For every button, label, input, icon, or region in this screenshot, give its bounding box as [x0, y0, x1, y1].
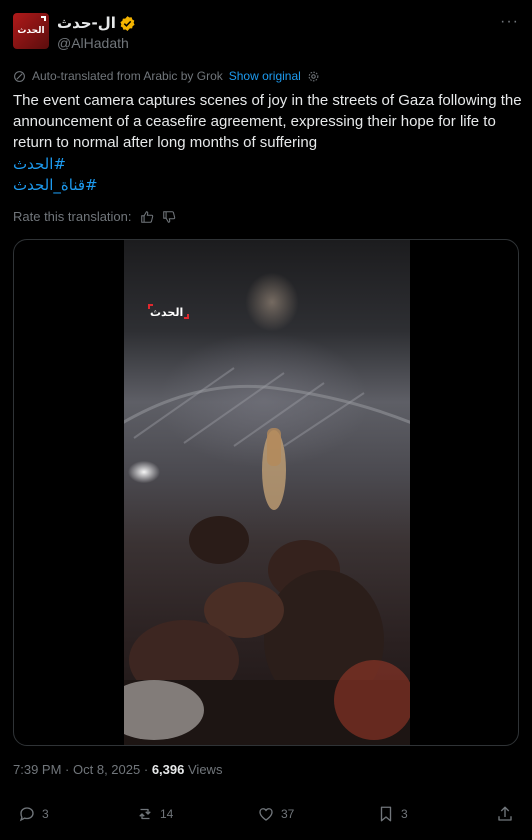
avatar-logo-text: الحدث	[17, 26, 45, 36]
watermark-corner-mark	[184, 314, 189, 319]
like-count: 37	[281, 807, 295, 821]
like-icon	[259, 808, 273, 821]
reply-count: 3	[42, 807, 49, 821]
meta-separator: ·	[143, 762, 149, 777]
translation-notice-text: Auto-translated from Arabic by Grok	[32, 69, 223, 83]
repost-button[interactable]: 14	[136, 805, 173, 823]
translation-notice: Auto-translated from Arabic by Grok Show…	[13, 69, 320, 83]
views-label: Views	[188, 762, 223, 777]
meta-separator: ·	[65, 762, 70, 777]
like-button[interactable]: 37	[257, 805, 294, 823]
tweet-header: الحدث ال-حدث @AlHadath ···	[13, 13, 519, 55]
views-count: 6,396	[151, 762, 185, 777]
translate-icon	[14, 70, 25, 82]
repost-icon	[139, 808, 151, 820]
settings-icon[interactable]	[307, 70, 320, 83]
hashtag-link[interactable]: #قناة_الحدث	[13, 175, 98, 196]
reply-button[interactable]: 3	[18, 805, 49, 823]
tweet-text: The event camera captures scenes of joy …	[13, 92, 522, 151]
thumbs-down-icon[interactable]	[162, 210, 176, 224]
bookmark-icon	[380, 806, 392, 822]
verified-icon	[120, 15, 135, 31]
display-name[interactable]: ال-حدث	[57, 14, 116, 32]
name-row: ال-حدث	[57, 14, 136, 32]
avatar[interactable]: الحدث	[13, 13, 49, 49]
rate-translation: Rate this translation:	[13, 209, 176, 224]
thumbs-up-icon[interactable]	[140, 210, 154, 224]
bookmark-count: 3	[401, 807, 408, 821]
channel-watermark: الحدث	[150, 306, 184, 319]
video-player[interactable]: الحدث	[13, 239, 519, 746]
repost-count: 14	[160, 807, 174, 821]
hashtags: #الحدث #قناة_الحدث	[13, 154, 98, 196]
tweet-time[interactable]: 7:39 PM	[13, 762, 61, 777]
reply-icon	[19, 807, 34, 822]
action-bar: 3 14 37 3	[18, 805, 518, 827]
video-frame[interactable]: الحدث	[124, 240, 410, 745]
avatar-corner-mark	[41, 16, 46, 21]
share-button[interactable]	[496, 805, 514, 823]
hashtag-link[interactable]: #الحدث	[13, 154, 98, 175]
tweet-date[interactable]: Oct 8, 2025	[73, 762, 140, 777]
bookmark-button[interactable]: 3	[377, 805, 408, 823]
tweet-meta: 7:39 PM · Oct 8, 2025 · 6,396 Views	[13, 762, 222, 777]
handle[interactable]: @AlHadath	[57, 35, 129, 51]
share-icon	[498, 806, 512, 821]
more-icon[interactable]: ···	[500, 13, 519, 31]
rate-label: Rate this translation:	[13, 209, 132, 224]
show-original-link[interactable]: Show original	[229, 69, 301, 83]
